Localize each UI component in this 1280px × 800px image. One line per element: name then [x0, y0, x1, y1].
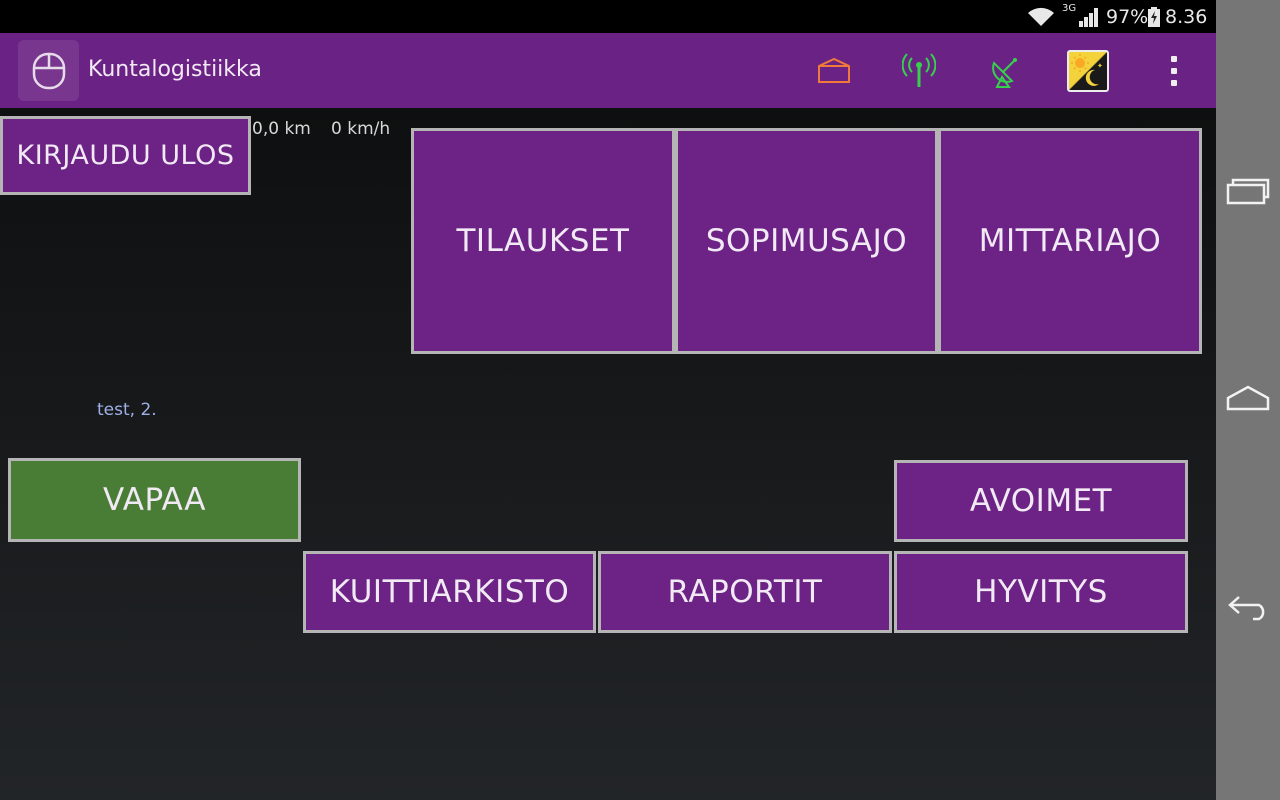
status-bar: 3G 97% 8.36	[0, 0, 1216, 33]
user-label: test, 2.	[97, 400, 157, 420]
avoimet-button[interactable]: AVOIMET	[894, 460, 1188, 542]
svg-text:✦: ✦	[1097, 62, 1103, 70]
envelope-icon[interactable]	[812, 49, 856, 93]
hyvitys-button[interactable]: HYVITYS	[894, 551, 1188, 633]
sopimusajo-button[interactable]: SOPIMUSAJO	[675, 128, 938, 354]
recent-apps-icon[interactable]	[1216, 160, 1280, 224]
screen: 3G 97% 8.36 Kuntalogistiikka ✦ KIRJAUDU …	[0, 0, 1280, 800]
logout-button[interactable]: KIRJAUDU ULOS	[0, 116, 251, 195]
home-icon[interactable]	[1216, 366, 1280, 430]
wifi-icon	[1026, 6, 1056, 32]
mittariajo-button[interactable]: MITTARIAJO	[938, 128, 1202, 354]
day-night-icon[interactable]: ✦	[1067, 50, 1109, 92]
battery-percent: 97%	[1106, 6, 1149, 28]
main-content: KIRJAUDU ULOS 0,0 km 0 km/h TILAUKSET SO…	[0, 108, 1216, 800]
action-bar: Kuntalogistiikka ✦	[0, 33, 1216, 108]
app-title: Kuntalogistiikka	[88, 57, 262, 82]
network-type: 3G	[1062, 3, 1077, 14]
antenna-icon[interactable]	[897, 49, 941, 93]
speed-readout: 0 km/h	[331, 119, 391, 139]
raportit-button[interactable]: RAPORTIT	[598, 551, 892, 633]
back-icon[interactable]	[1216, 574, 1280, 638]
cell-signal-icon	[1078, 7, 1100, 31]
mouse-icon[interactable]	[18, 40, 79, 101]
clock: 8.36	[1165, 6, 1208, 28]
satellite-dish-icon[interactable]	[983, 49, 1027, 93]
vapaa-button[interactable]: VAPAA	[8, 458, 301, 542]
kuittiarkisto-button[interactable]: KUITTIARKISTO	[303, 551, 596, 633]
distance-readout: 0,0 km	[252, 119, 311, 139]
battery-icon	[1148, 7, 1160, 31]
overflow-menu-icon[interactable]	[1160, 49, 1188, 93]
tilaukset-button[interactable]: TILAUKSET	[411, 128, 675, 354]
navigation-bar	[1216, 0, 1280, 800]
